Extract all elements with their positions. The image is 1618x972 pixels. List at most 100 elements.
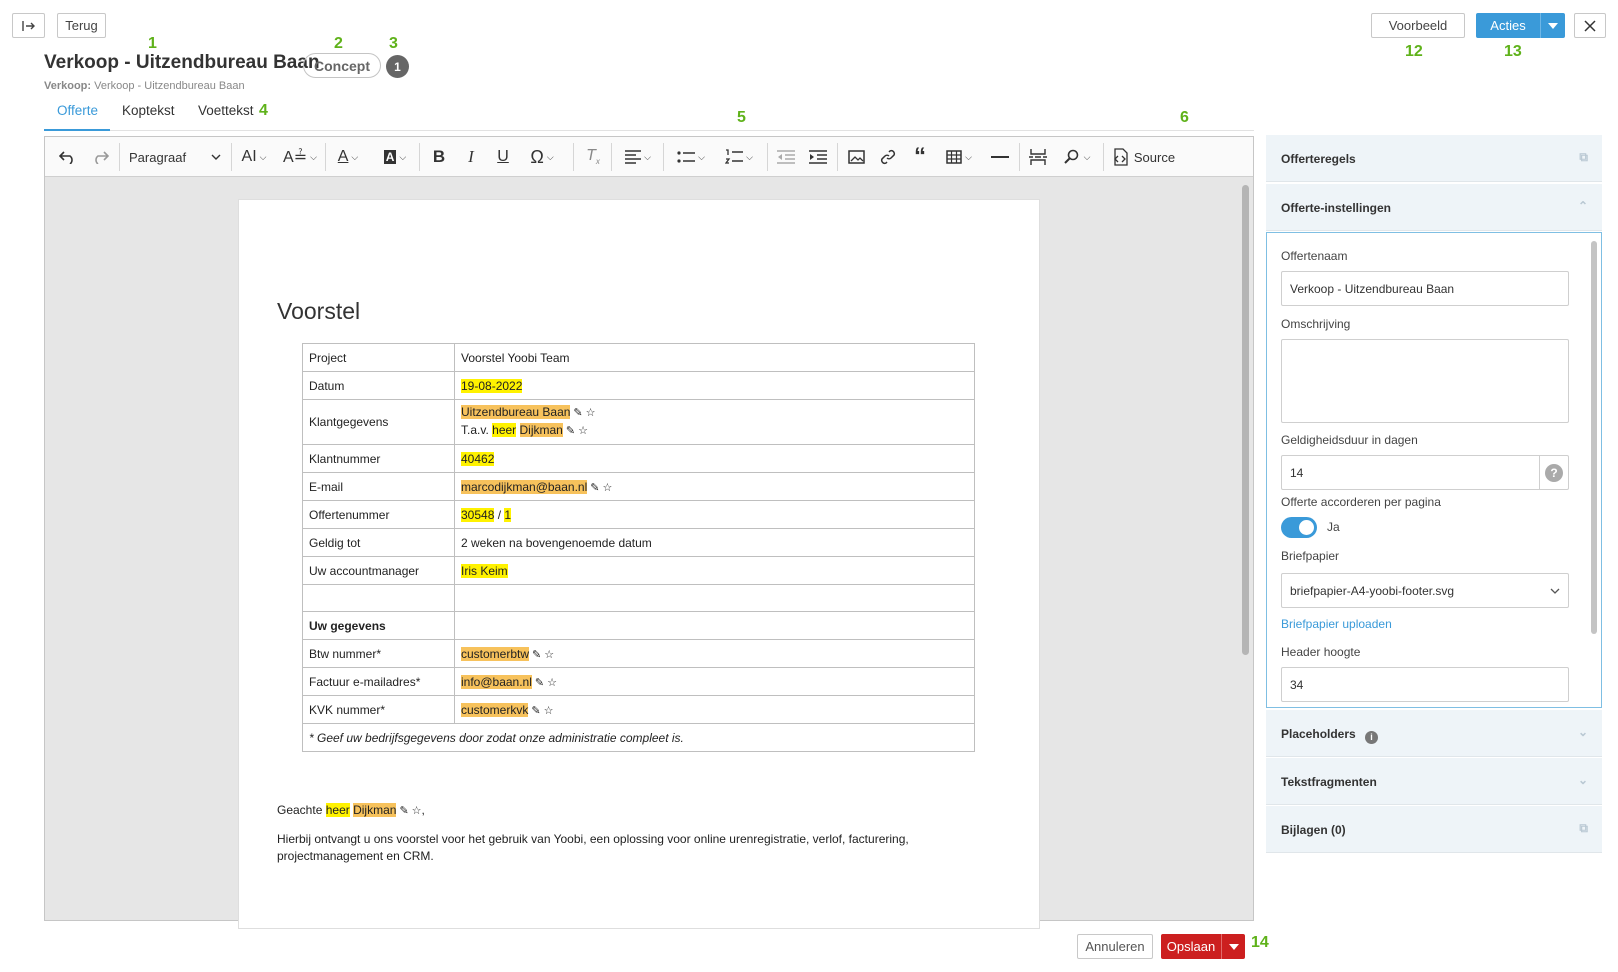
table-cell: Uw accountmanager xyxy=(302,556,455,585)
paragraph-label: Paragraaf xyxy=(129,149,187,165)
omschrijving-label: Omschrijving xyxy=(1281,317,1351,331)
placeholder-value[interactable]: marcodijkman@baan.nl xyxy=(461,479,588,494)
bold-button[interactable]: B xyxy=(427,145,451,169)
insert-link-button[interactable] xyxy=(875,145,901,169)
header-hoogte-input[interactable]: 34 xyxy=(1281,667,1569,702)
star-icon[interactable]: ☆ xyxy=(544,649,554,661)
info-icon[interactable]: i xyxy=(1365,730,1379,744)
omschrijving-textarea[interactable] xyxy=(1281,339,1569,423)
panel-scrollbar[interactable] xyxy=(1591,241,1597,634)
tab-voettekst[interactable]: Voettekst xyxy=(198,103,254,118)
pencil-icon[interactable]: ✎ xyxy=(590,482,599,494)
tab-koptekst[interactable]: Koptekst xyxy=(122,103,175,118)
find-replace-button[interactable]: ⌵ xyxy=(1057,145,1097,169)
panel-placeholders[interactable]: Placeholders i ⌄ xyxy=(1266,710,1602,757)
toolbar-separator xyxy=(1019,143,1020,171)
offertenaam-input[interactable]: Verkoop - Uitzendbureau Baan xyxy=(1281,271,1569,306)
editor-scrollbar[interactable] xyxy=(1242,185,1249,655)
close-button[interactable] xyxy=(1574,13,1606,38)
briefpapier-upload-link[interactable]: Briefpapier uploaden xyxy=(1281,617,1392,631)
cancel-button[interactable]: Annuleren xyxy=(1077,934,1153,959)
panel-tekstfragmenten[interactable]: Tekstfragmenten ⌄ xyxy=(1266,758,1602,805)
briefpapier-select[interactable]: briefpapier-A4-yoobi-footer.svg xyxy=(1281,573,1569,608)
panel-bijlagen[interactable]: Bijlagen (0) ⧉ xyxy=(1266,806,1602,853)
placeholder-value[interactable]: customerbtw xyxy=(461,646,530,661)
pencil-icon[interactable]: ✎ xyxy=(531,705,540,717)
star-icon[interactable]: ☆ xyxy=(547,677,557,689)
insert-image-button[interactable] xyxy=(843,145,869,169)
star-icon[interactable]: ☆ xyxy=(544,705,554,717)
pencil-icon[interactable]: ✎ xyxy=(535,677,544,689)
panel-label: Offerte-instellingen xyxy=(1281,201,1392,215)
star-icon[interactable]: ☆ xyxy=(586,407,596,419)
toolbar-separator xyxy=(325,143,326,171)
special-characters-button[interactable]: Ω ⌵ xyxy=(523,145,561,169)
table-cell: 19-08-2022 xyxy=(454,371,975,400)
undo-button[interactable] xyxy=(55,145,81,169)
placeholder-value[interactable]: Dijkman xyxy=(353,803,397,817)
star-icon[interactable]: ☆ xyxy=(412,805,422,817)
chevron-down-icon: ⌵ xyxy=(351,151,359,162)
placeholder-value[interactable]: customerkvk xyxy=(461,702,529,717)
image-icon xyxy=(847,150,865,164)
blockquote-button[interactable]: “ xyxy=(907,143,933,170)
table-cell xyxy=(454,611,975,640)
remove-format-button[interactable]: Tx xyxy=(581,145,605,169)
paragraph-dropdown[interactable]: Paragraaf xyxy=(125,145,225,169)
actions-button[interactable]: Acties xyxy=(1476,13,1565,38)
font-size-button[interactable]: AI ⌵ xyxy=(235,145,273,169)
sidebar-toggle-button[interactable] xyxy=(12,13,45,38)
font-color-button[interactable]: A ⌵ xyxy=(331,145,365,169)
pencil-icon[interactable]: ✎ xyxy=(566,425,575,437)
save-button[interactable]: Opslaan xyxy=(1161,934,1221,959)
redo-button[interactable] xyxy=(87,145,113,169)
table-icon xyxy=(946,150,962,164)
pencil-icon[interactable]: ✎ xyxy=(532,649,541,661)
placeholder-value[interactable]: Dijkman xyxy=(519,423,563,437)
save-button-group: Opslaan xyxy=(1161,934,1245,959)
body-paragraph: Hierbij ontvangt u ons voorstel voor het… xyxy=(277,831,909,865)
tab-offerte[interactable]: Offerte xyxy=(57,103,98,118)
greeting-suffix: , xyxy=(421,803,425,817)
italic-button[interactable]: I xyxy=(459,145,483,169)
pencil-icon[interactable]: ✎ xyxy=(573,407,582,419)
sidebar-toggle-icon xyxy=(21,20,35,31)
star-icon[interactable]: ☆ xyxy=(578,425,588,437)
table-cell: Klantgegevens xyxy=(302,399,455,445)
bulleted-list-button[interactable]: ⌵ xyxy=(669,145,713,169)
horizontal-line-button[interactable] xyxy=(987,145,1013,169)
preview-button[interactable]: Voorbeeld xyxy=(1371,13,1465,38)
underline-button[interactable]: U xyxy=(491,145,515,169)
outdent-button[interactable] xyxy=(773,145,799,169)
font-family-button[interactable]: A≟ ⌵ xyxy=(281,145,319,169)
table-cell: info@baan.nl ✎ ☆ xyxy=(454,667,975,696)
greeting-prefix: Geachte xyxy=(277,803,323,817)
placeholder-value[interactable]: Uitzendbureau Baan xyxy=(461,405,571,419)
insert-table-button[interactable]: ⌵ xyxy=(939,145,979,169)
numbered-list-button[interactable]: ⌵ xyxy=(717,145,761,169)
star-icon[interactable]: ☆ xyxy=(602,482,612,494)
back-button[interactable]: Terug xyxy=(57,13,106,38)
save-options-button[interactable] xyxy=(1221,934,1245,959)
table-row: Klantgegevens Uitzendbureau Baan ✎ ☆ T.a.v… xyxy=(302,399,975,445)
placeholder-value: heer xyxy=(325,803,350,817)
alignment-button[interactable]: ⌵ xyxy=(619,145,657,169)
placeholder-value[interactable]: info@baan.nl xyxy=(461,674,532,689)
chevron-down-icon: ⌵ xyxy=(259,151,267,162)
source-button[interactable]: Source xyxy=(1109,145,1177,169)
page-break-button[interactable] xyxy=(1025,145,1051,169)
pencil-icon[interactable]: ✎ xyxy=(399,805,408,817)
chevron-down-icon xyxy=(1550,588,1560,594)
accorderen-toggle[interactable] xyxy=(1281,517,1317,538)
chevron-down-icon[interactable] xyxy=(1540,13,1565,38)
panel-offerteregels[interactable]: Offerteregels ⧉ xyxy=(1266,135,1602,182)
geldigheid-input[interactable]: 14 ? xyxy=(1281,455,1569,490)
table-cell: Project xyxy=(302,343,455,372)
document-page[interactable]: Voorstel Project Voorstel Yoobi Team Dat… xyxy=(238,199,1040,929)
background-color-button[interactable]: A ⌵ xyxy=(377,145,413,169)
panel-offerte-instellingen[interactable]: Offerte-instellingen ⌃ xyxy=(1266,184,1602,231)
chevron-down-icon: ⌵ xyxy=(965,151,972,162)
table-row: Offertenummer 30548 / 1 xyxy=(302,500,975,529)
indent-button[interactable] xyxy=(805,145,831,169)
help-icon[interactable]: ? xyxy=(1539,456,1568,489)
